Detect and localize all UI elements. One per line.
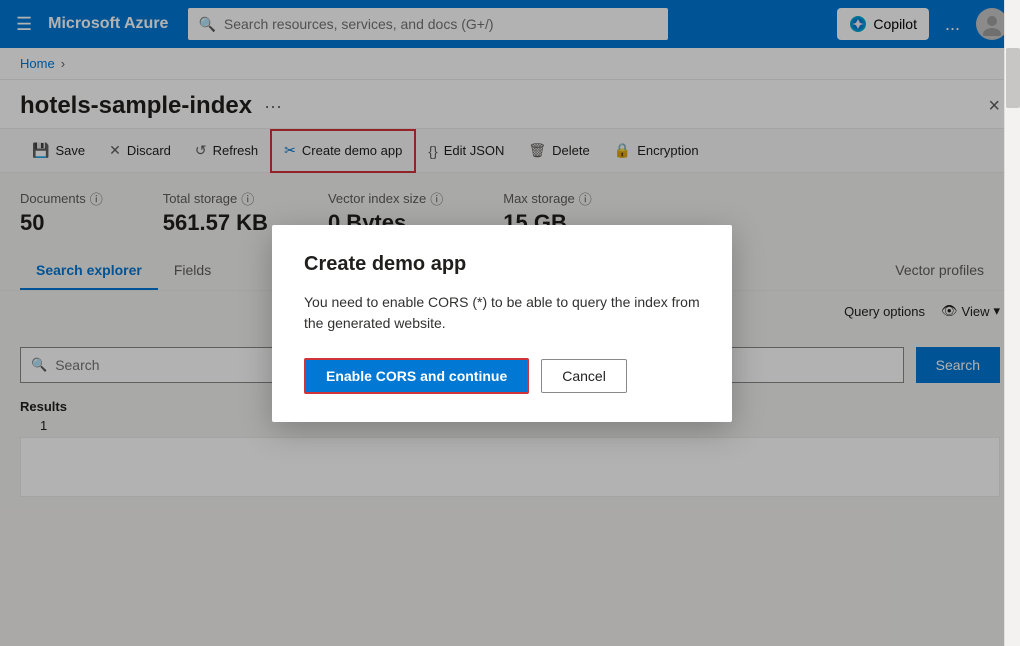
modal-overlay: Create demo app You need to enable CORS … bbox=[0, 0, 1004, 646]
cancel-button[interactable]: Cancel bbox=[541, 359, 627, 393]
modal-title: Create demo app bbox=[304, 253, 700, 276]
modal-body: You need to enable CORS (*) to be able t… bbox=[304, 292, 700, 334]
modal-dialog: Create demo app You need to enable CORS … bbox=[272, 225, 732, 422]
modal-actions: Enable CORS and continue Cancel bbox=[304, 358, 700, 394]
scrollbar-thumb[interactable] bbox=[1006, 48, 1020, 108]
scrollbar-track[interactable] bbox=[1004, 0, 1020, 646]
enable-cors-button[interactable]: Enable CORS and continue bbox=[304, 358, 529, 394]
